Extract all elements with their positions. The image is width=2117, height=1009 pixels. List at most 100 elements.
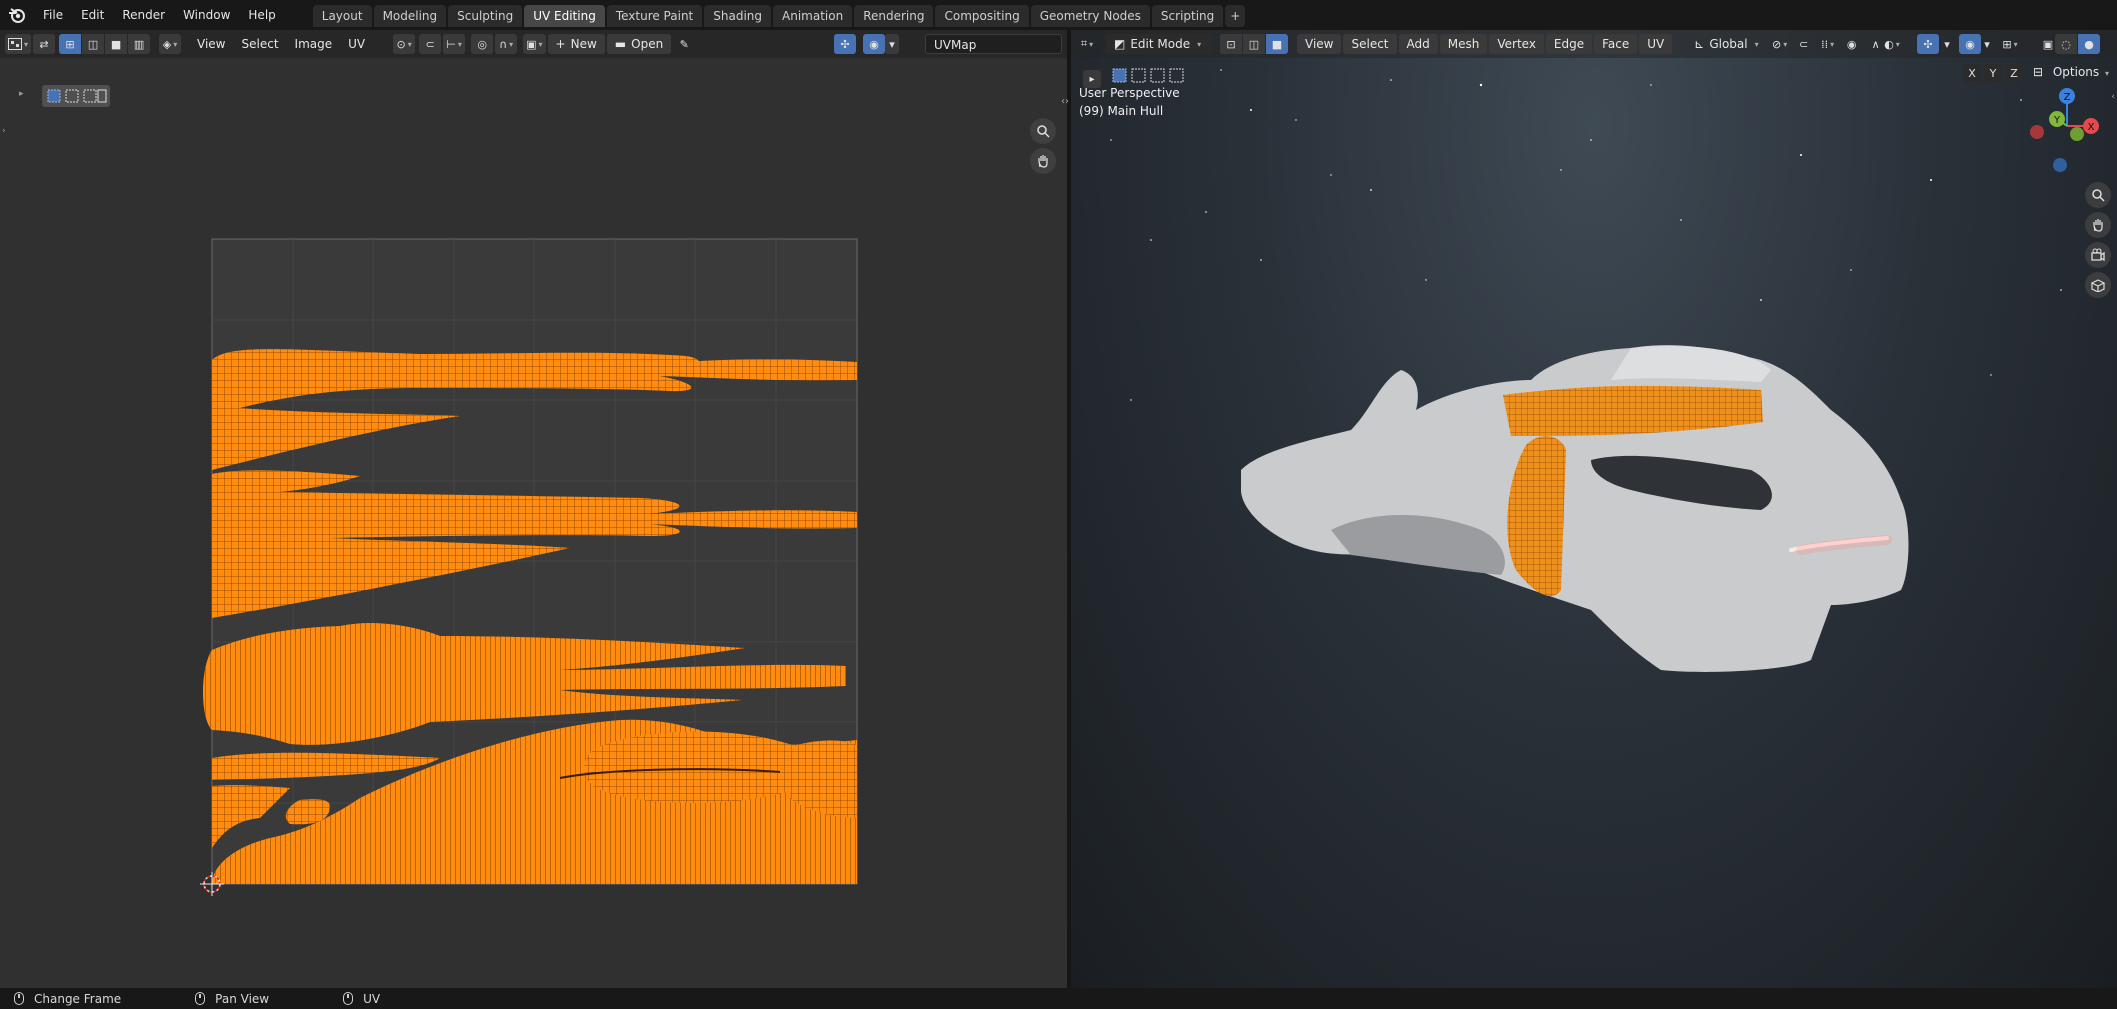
face-select-icon[interactable]: ■ (105, 34, 128, 54)
tab-texture-paint[interactable]: Texture Paint (606, 5, 703, 27)
mirror-axis-group: X Y Z (1963, 64, 2025, 82)
top-bar: File Edit Render Window Help Layout Mode… (0, 0, 2117, 30)
mesh-select-mode-group: ⊡ ◫ ■ (1220, 34, 1289, 54)
tab-uv-editing[interactable]: UV Editing (524, 5, 605, 27)
proportional-icon[interactable]: ◉ (1841, 34, 1863, 54)
visibility-icon[interactable]: ◐ ▾ (1881, 34, 1903, 54)
menu-window[interactable]: Window (174, 0, 239, 30)
ortho-grid-icon[interactable] (2085, 272, 2111, 298)
mirror-y-button[interactable]: Y (1984, 64, 2002, 82)
blender-logo-icon[interactable] (6, 4, 28, 26)
vp-overlay-dropdown-icon[interactable]: ▾ (1981, 34, 1993, 54)
starfield (1110, 69, 2062, 401)
edge-select-icon[interactable]: ◫ (82, 34, 105, 54)
3d-viewport[interactable]: ⌗ ▾ ◩ Edit Mode ▾ ⊡ ◫ ■ View Select Add M… (1071, 30, 2117, 988)
open-image-button[interactable]: ▬ Open (606, 34, 672, 54)
edge-mode-icon[interactable]: ◫ (1243, 34, 1265, 54)
tab-scripting[interactable]: Scripting (1151, 5, 1224, 27)
chevron-down-icon: ▾ (1197, 39, 1202, 49)
pivot-point-icon[interactable]: ⊙ ▾ (393, 34, 416, 54)
uv-menu-view[interactable]: View (189, 30, 233, 58)
gizmo-y-label: Y (2053, 115, 2061, 126)
tab-animation[interactable]: Animation (773, 5, 853, 27)
left-region-arrow-icon[interactable]: › (2, 126, 6, 136)
uv-menu-uv[interactable]: UV (340, 30, 373, 58)
tab-rendering[interactable]: Rendering (854, 5, 934, 27)
vp-menu-mesh[interactable]: Mesh (1439, 34, 1488, 54)
vertex-mode-icon[interactable]: ⊡ (1220, 34, 1242, 54)
uv-menu-image[interactable]: Image (287, 30, 341, 58)
vertex-select-icon[interactable]: ⊞ (59, 34, 82, 54)
vp-zoom-icon[interactable] (2085, 182, 2111, 208)
mirror-x-button[interactable]: X (1963, 64, 1981, 82)
pin-icon[interactable]: ✎ (673, 34, 695, 54)
vp-menu-edge[interactable]: Edge (1545, 34, 1593, 54)
vp-right-arrow-icon[interactable]: ‹ (2111, 92, 2115, 102)
options-dropdown[interactable]: Options ▾ (2053, 65, 2109, 79)
tab-compositing[interactable]: Compositing (935, 5, 1029, 27)
plus-icon: + (555, 37, 566, 51)
wireframe-shading-icon[interactable]: ◌ (2055, 34, 2077, 54)
pan-hand-icon[interactable] (1030, 148, 1056, 174)
tab-modeling[interactable]: Modeling (373, 5, 447, 27)
object-label: (99) Main Hull (1079, 104, 1164, 118)
viewport-editor-type-icon[interactable]: ⌗ ▾ (1076, 34, 1098, 54)
vp-gizmo-icon[interactable]: ✣ (1917, 34, 1939, 54)
tab-geometry-nodes[interactable]: Geometry Nodes (1030, 5, 1150, 27)
solid-shading-icon[interactable]: ● (2078, 34, 2100, 54)
camera-view-icon[interactable] (2085, 242, 2111, 268)
vp-menu-view[interactable]: View (1297, 34, 1342, 54)
add-workspace-button[interactable]: + (1225, 5, 1246, 27)
transform-orientation-dropdown[interactable]: ⊾ Global ▾ (1686, 34, 1766, 54)
zoom-icon[interactable] (1030, 118, 1056, 144)
snap-grid-icon[interactable]: ⁞⁞ ▾ (1817, 34, 1839, 54)
falloff-curve-icon[interactable]: ∩ ▾ (495, 34, 518, 54)
status-uv: UV (343, 992, 380, 1006)
uv-select-mode-group: ⊞ ◫ ■ ▥ (59, 34, 151, 54)
vp-gizmo-dropdown-icon[interactable]: ▾ (1941, 34, 1953, 54)
uv-sync-selection-icon[interactable]: ⇄ (33, 34, 56, 54)
menu-edit[interactable]: Edit (72, 0, 113, 30)
snapping-icon[interactable]: ⊂ (1793, 34, 1815, 54)
uv-canvas[interactable]: › (0, 58, 1067, 988)
perspective-label: User Perspective (1079, 86, 1180, 100)
vp-menu-face[interactable]: Face (1594, 34, 1638, 54)
snap-target-icon[interactable]: ⊢ ▾ (443, 34, 466, 54)
spaceship-mesh[interactable] (1241, 345, 1909, 672)
pivot-icon[interactable]: ⊘ ▾ (1769, 34, 1791, 54)
proportional-edit-icon[interactable]: ◎ (471, 34, 494, 54)
vp-overlay-icon[interactable]: ◉ (1959, 34, 1981, 54)
area-split-arrows-icon[interactable]: ‹› (1061, 96, 1069, 107)
face-mode-icon[interactable]: ■ (1266, 34, 1288, 54)
sticky-selection-icon[interactable]: ◈ ▾ (159, 34, 182, 54)
new-image-button[interactable]: + New (547, 34, 605, 54)
tab-layout[interactable]: Layout (312, 5, 372, 27)
gizmo-z-label: Z (2064, 92, 2071, 103)
mode-dropdown[interactable]: ◩ Edit Mode ▾ (1106, 34, 1212, 54)
vp-menu-uv[interactable]: UV (1639, 34, 1673, 54)
vp-menu-select[interactable]: Select (1343, 34, 1397, 54)
mouse-left-icon (14, 992, 24, 1005)
menu-file[interactable]: File (34, 0, 72, 30)
editor-type-icon[interactable]: ▾ (5, 34, 32, 54)
overlay-toggle-icon[interactable]: ◉ (863, 34, 885, 54)
gizmo-toggle-icon[interactable]: ✣ (834, 34, 856, 54)
tab-shading[interactable]: Shading (704, 5, 771, 27)
image-browse-icon[interactable]: ▣ ▾ (523, 34, 546, 54)
vp-pan-hand-icon[interactable] (2085, 212, 2111, 238)
island-select-icon[interactable]: ▥ (128, 34, 151, 54)
mesh-symmetry-icon[interactable]: ⊟ (2033, 65, 2043, 79)
vp-menu-vertex[interactable]: Vertex (1489, 34, 1544, 54)
menu-help[interactable]: Help (239, 0, 284, 30)
uvmap-field[interactable]: UVMap (925, 34, 1062, 54)
snap-icon[interactable]: ⊂ (419, 34, 442, 54)
overlay-dropdown-icon[interactable]: ▾ (885, 34, 899, 54)
mesh-edit-overlay-icon[interactable]: ⊞ ▾ (1999, 34, 2021, 54)
uv-editor-area[interactable]: ▾ ⇄ ⊞ ◫ ■ ▥ ◈ ▾ View Select Image UV ⊙ ▾ ⊂… (0, 30, 1067, 988)
vp-select-mode-strip[interactable] (1111, 66, 1195, 86)
tab-sculpting[interactable]: Sculpting (448, 5, 523, 27)
uv-menu-select[interactable]: Select (234, 30, 287, 58)
vp-menu-add[interactable]: Add (1398, 34, 1438, 54)
uv-layout-svg[interactable] (0, 58, 1067, 988)
menu-render[interactable]: Render (113, 0, 174, 30)
